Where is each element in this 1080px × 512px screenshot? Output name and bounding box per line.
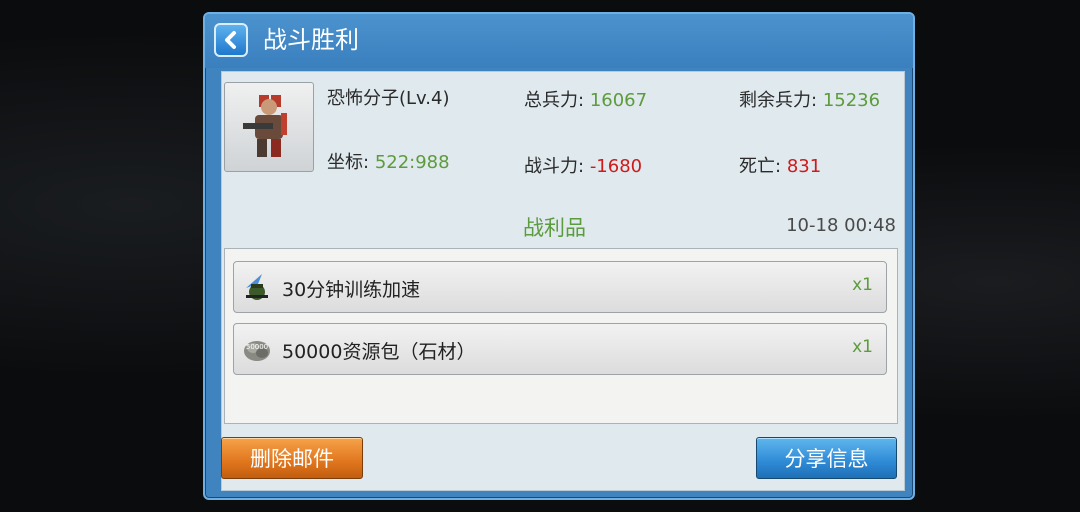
remaining-troops-row: 剩余兵力: 15236 xyxy=(739,86,880,112)
loot-title: 战利品 xyxy=(523,216,586,240)
coords-value[interactable]: 522:988 xyxy=(375,152,450,173)
coords-row: 坐标: 522:988 xyxy=(327,148,450,174)
dialog-titlebar: 战斗胜利 xyxy=(205,14,913,68)
dialog-title: 战斗胜利 xyxy=(263,26,359,54)
total-troops-value: 16067 xyxy=(589,90,648,111)
stone-pack-amount: 50000 xyxy=(246,343,268,351)
share-info-button[interactable]: 分享信息 xyxy=(756,437,897,479)
back-button[interactable] xyxy=(214,23,248,57)
loot-item-qty: x1 xyxy=(852,275,873,295)
total-troops-label: 总兵力: xyxy=(524,90,585,111)
delete-mail-button[interactable]: 删除邮件 xyxy=(221,437,363,479)
total-troops-row: 总兵力: 16067 xyxy=(524,86,647,112)
report-timestamp: 10-18 00:48 xyxy=(786,215,896,236)
chevron-left-icon xyxy=(225,31,236,49)
enemy-portrait[interactable] xyxy=(224,82,314,172)
deaths-label: 死亡: xyxy=(739,156,782,177)
deaths-row: 死亡: 831 xyxy=(739,152,821,178)
loot-item-qty: x1 xyxy=(852,337,873,357)
battle-report-dialog: 战斗胜利 恐怖分子(Lv.4) 坐标: 522:988 总兵力: 16067 战… xyxy=(203,12,915,500)
stone-resource-pack-icon: 50000 xyxy=(244,341,270,361)
loot-item-name: 30分钟训练加速 xyxy=(282,279,421,301)
combat-power-row: 战斗力: -1680 xyxy=(524,152,642,178)
soldier-avatar-icon xyxy=(243,95,287,157)
training-speedup-icon xyxy=(246,274,268,300)
loot-item-name: 50000资源包（石材） xyxy=(282,341,476,363)
loot-item-stone-pack[interactable]: 50000 50000资源包（石材） x1 xyxy=(233,323,887,375)
combat-power-value: -1680 xyxy=(589,156,643,177)
remaining-troops-value: 15236 xyxy=(822,90,881,111)
loot-item-training-speedup[interactable]: 30分钟训练加速 x1 xyxy=(233,261,887,313)
report-panel: 恐怖分子(Lv.4) 坐标: 522:988 总兵力: 16067 战斗力: -… xyxy=(221,71,905,491)
enemy-name: 恐怖分子(Lv.4) xyxy=(327,88,450,109)
loot-list: 30分钟训练加速 x1 50000 50000资源包（石材） x1 xyxy=(224,248,898,424)
combat-power-label: 战斗力: xyxy=(524,156,585,177)
remaining-troops-label: 剩余兵力: xyxy=(739,90,818,111)
deaths-value: 831 xyxy=(786,156,822,177)
coords-label: 坐标: xyxy=(327,152,370,173)
